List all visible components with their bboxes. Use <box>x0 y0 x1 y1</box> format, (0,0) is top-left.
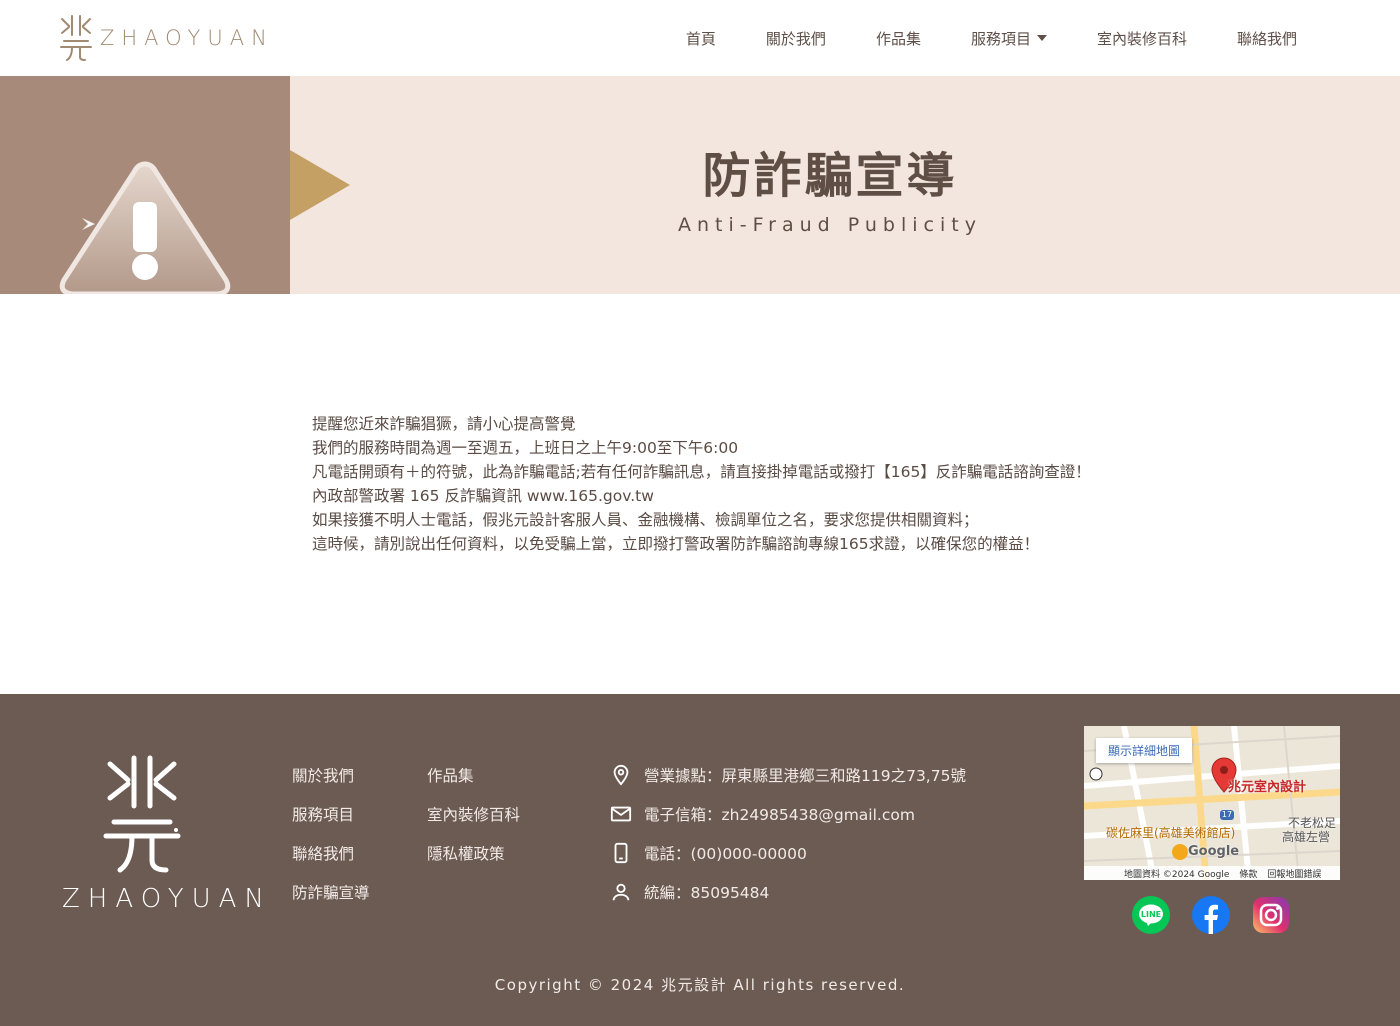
instagram-icon[interactable] <box>1252 896 1290 934</box>
location-pin-icon <box>613 764 629 786</box>
user-icon <box>612 883 630 900</box>
footer-logo-wordmark: ZHAOYUAN <box>62 884 272 914</box>
map-attribution: 地圖資料 ©2024 Google <box>1124 869 1230 880</box>
footer-phone-text: 電話：(00)000-00000 <box>644 844 807 863</box>
caret-down-icon <box>1036 35 1047 41</box>
footer-address-text: 營業據點：屏東縣里港鄉三和路119之73,75號 <box>644 766 966 785</box>
nav-contact[interactable]: 聯絡我們 <box>1212 28 1322 49</box>
content-line: 內政部警政署 165 反詐騙資訊 www.165.gov.tw <box>312 487 654 505</box>
nav-contact-label: 聯絡我們 <box>1236 29 1297 48</box>
nav-services[interactable]: 服務項目 <box>946 28 1072 49</box>
nav-services-label: 服務項目 <box>970 29 1031 48</box>
footer-link-portfolio[interactable]: 作品集 <box>427 764 562 785</box>
footer-link-anti-fraud[interactable]: 防詐騙宣導 <box>292 881 427 902</box>
content-line: 我們的服務時間為週一至週五，上班日之上午9:00至下午6:00 <box>312 439 739 457</box>
map-attribution-bar: 地圖資料 ©2024 Google 條款 回報地圖錯誤 <box>1084 866 1340 880</box>
logo-wordmark: ZHAOYUAN <box>100 26 274 50</box>
nav-portfolio[interactable]: 作品集 <box>851 28 946 49</box>
map-pin-label: 兆元室內設計 <box>1228 780 1307 795</box>
site-header: ZHAOYUAN 首頁 關於我們 作品集 服務項目 室內裝修百科 聯絡我們 <box>0 0 1400 76</box>
google-map-embed[interactable]: 顯示詳細地圖 兆元室內設計 17 不老松足 高雄左營 碳佐麻里(高雄美術館店) … <box>1084 726 1340 880</box>
page-title: 防詐騙宣導 <box>290 136 1400 206</box>
page-subtitle: Anti-Fraud Publicity <box>290 214 1400 236</box>
nav-home-label: 首頁 <box>685 29 716 48</box>
nav-home[interactable]: 首頁 <box>661 28 741 49</box>
anti-fraud-content: 提醒您近來詐騙猖獗，請小心提高警覺 我們的服務時間為週一至週五，上班日之上午9:… <box>312 412 1092 556</box>
mail-icon <box>610 806 632 821</box>
map-poi-label: 碳佐麻里(高雄美術館店) <box>1106 826 1236 840</box>
site-footer: ZHAOYUAN 關於我們 作品集 服務項目 室內裝修百科 聯絡我們 隱私權政策… <box>0 694 1400 1026</box>
content-line: 如果接獲不明人士電話，假兆元設計客服人員、金融機構、檢調單位之名，要求您提供相關… <box>312 511 979 529</box>
footer-contact-info: 營業據點：屏東縣里港鄉三和路119之73,75號 電子信箱：zh24985438… <box>610 764 966 920</box>
svg-text:LINE: LINE <box>1141 910 1161 919</box>
map-street-label-2: 高雄左營 <box>1282 830 1331 844</box>
footer-link-contact[interactable]: 聯絡我們 <box>292 842 427 863</box>
zhaoyuan-logo-icon <box>103 755 181 873</box>
page-subtitle-text: Anti-Fraud Publicity <box>678 214 982 236</box>
content-line: 提醒您近來詐騙猖獗，請小心提高警覺 <box>312 415 576 433</box>
footer-link-privacy[interactable]: 隱私權政策 <box>427 842 562 863</box>
footer-email-text: 電子信箱：zh24985438@gmail.com <box>644 805 915 824</box>
map-terms-link[interactable]: 條款 <box>1239 867 1257 880</box>
zhaoyuan-logo-icon <box>60 15 92 61</box>
nav-portfolio-label: 作品集 <box>875 29 921 48</box>
footer-address: 營業據點：屏東縣里港鄉三和路119之73,75號 <box>610 764 966 786</box>
warning-triangle-icon <box>59 161 231 294</box>
footer-link-encyclopedia[interactable]: 室內裝修百科 <box>427 803 562 824</box>
nav-about-label: 關於我們 <box>765 29 826 48</box>
content-line: 凡電話開頭有＋的符號，此為詐騙電話;若有任何詐騙訊息，請直接掛掉電話或撥打【16… <box>312 463 1091 481</box>
social-links: LINE <box>1132 896 1290 934</box>
nav-encyclopedia[interactable]: 室內裝修百科 <box>1072 28 1212 49</box>
copyright-text: Copyright © 2024 兆元設計 All rights reserve… <box>494 976 906 994</box>
footer-link-services[interactable]: 服務項目 <box>292 803 427 824</box>
banner-image <box>0 76 290 294</box>
map-road-badge: 17 <box>1221 810 1233 819</box>
page-banner: 防詐騙宣導 Anti-Fraud Publicity <box>0 76 1400 294</box>
content-line: 這時候，請別說出任何資料，以免受騙上當，立即撥打警政署防詐騙諮詢專線165求證，… <box>312 535 1040 553</box>
nav-about[interactable]: 關於我們 <box>741 28 851 49</box>
main-nav: 首頁 關於我們 作品集 服務項目 室內裝修百科 聯絡我們 <box>661 0 1322 76</box>
footer-phone[interactable]: 電話：(00)000-00000 <box>610 842 966 863</box>
footer-tax-id-text: 統編：85095484 <box>644 883 770 902</box>
facebook-icon[interactable] <box>1192 896 1230 934</box>
map-expand-button[interactable]: 顯示詳細地圖 <box>1096 738 1193 763</box>
page-title-text: 防詐騙宣導 <box>702 148 958 204</box>
google-wordmark: Google <box>1188 844 1240 859</box>
site-logo[interactable]: ZHAOYUAN <box>58 12 274 64</box>
line-icon[interactable]: LINE <box>1132 896 1170 934</box>
nav-encyclopedia-label: 室內裝修百科 <box>1096 29 1187 48</box>
footer-tax-id: 統編：85095484 <box>610 881 966 902</box>
footer-link-about[interactable]: 關於我們 <box>292 764 427 785</box>
footer-email[interactable]: 電子信箱：zh24985438@gmail.com <box>610 803 966 824</box>
footer-links: 關於我們 作品集 服務項目 室內裝修百科 聯絡我們 隱私權政策 防詐騙宣導 <box>292 764 572 902</box>
phone-icon <box>614 842 628 863</box>
footer-logo[interactable]: ZHAOYUAN <box>62 752 272 914</box>
map-report-link[interactable]: 回報地圖錯誤 <box>1267 867 1321 880</box>
